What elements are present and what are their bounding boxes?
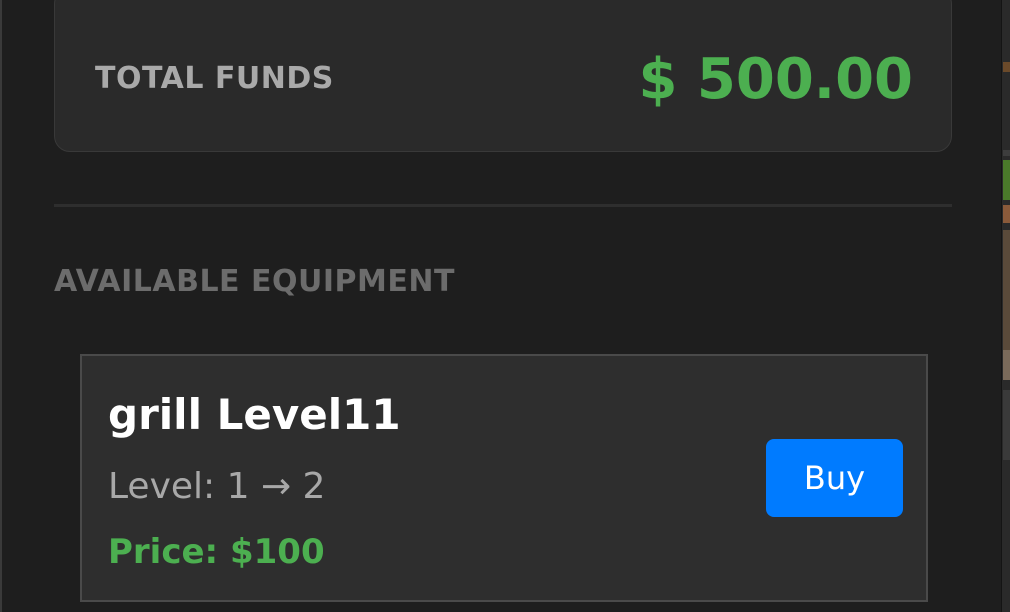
total-funds-value: $ 500.00 — [638, 47, 913, 112]
equipment-card: grill Level11 Level: 1 → 2 Price: $100 B… — [80, 354, 928, 602]
scene-fragment — [1003, 160, 1010, 200]
available-equipment-heading: AVAILABLE EQUIPMENT — [54, 264, 455, 299]
section-divider — [54, 204, 952, 207]
game-scene-edge — [1001, 0, 1010, 612]
scene-fragment — [1003, 230, 1010, 350]
equipment-level: Level: 1 → 2 — [108, 466, 326, 507]
scene-fragment — [1003, 390, 1010, 460]
scene-fragment — [1003, 150, 1010, 156]
equipment-name: grill Level11 — [108, 390, 401, 439]
shop-screen: TOTAL FUNDS $ 500.00 AVAILABLE EQUIPMENT… — [0, 0, 1010, 612]
scene-fragment — [1003, 350, 1010, 380]
total-funds-card: TOTAL FUNDS $ 500.00 — [54, 0, 952, 152]
scene-fragment — [1003, 205, 1010, 223]
buy-button[interactable]: Buy — [766, 439, 903, 517]
scene-fragment — [1003, 62, 1010, 72]
total-funds-label: TOTAL FUNDS — [95, 61, 334, 96]
equipment-price: Price: $100 — [108, 532, 325, 572]
shop-panel: TOTAL FUNDS $ 500.00 AVAILABLE EQUIPMENT… — [2, 0, 1001, 612]
